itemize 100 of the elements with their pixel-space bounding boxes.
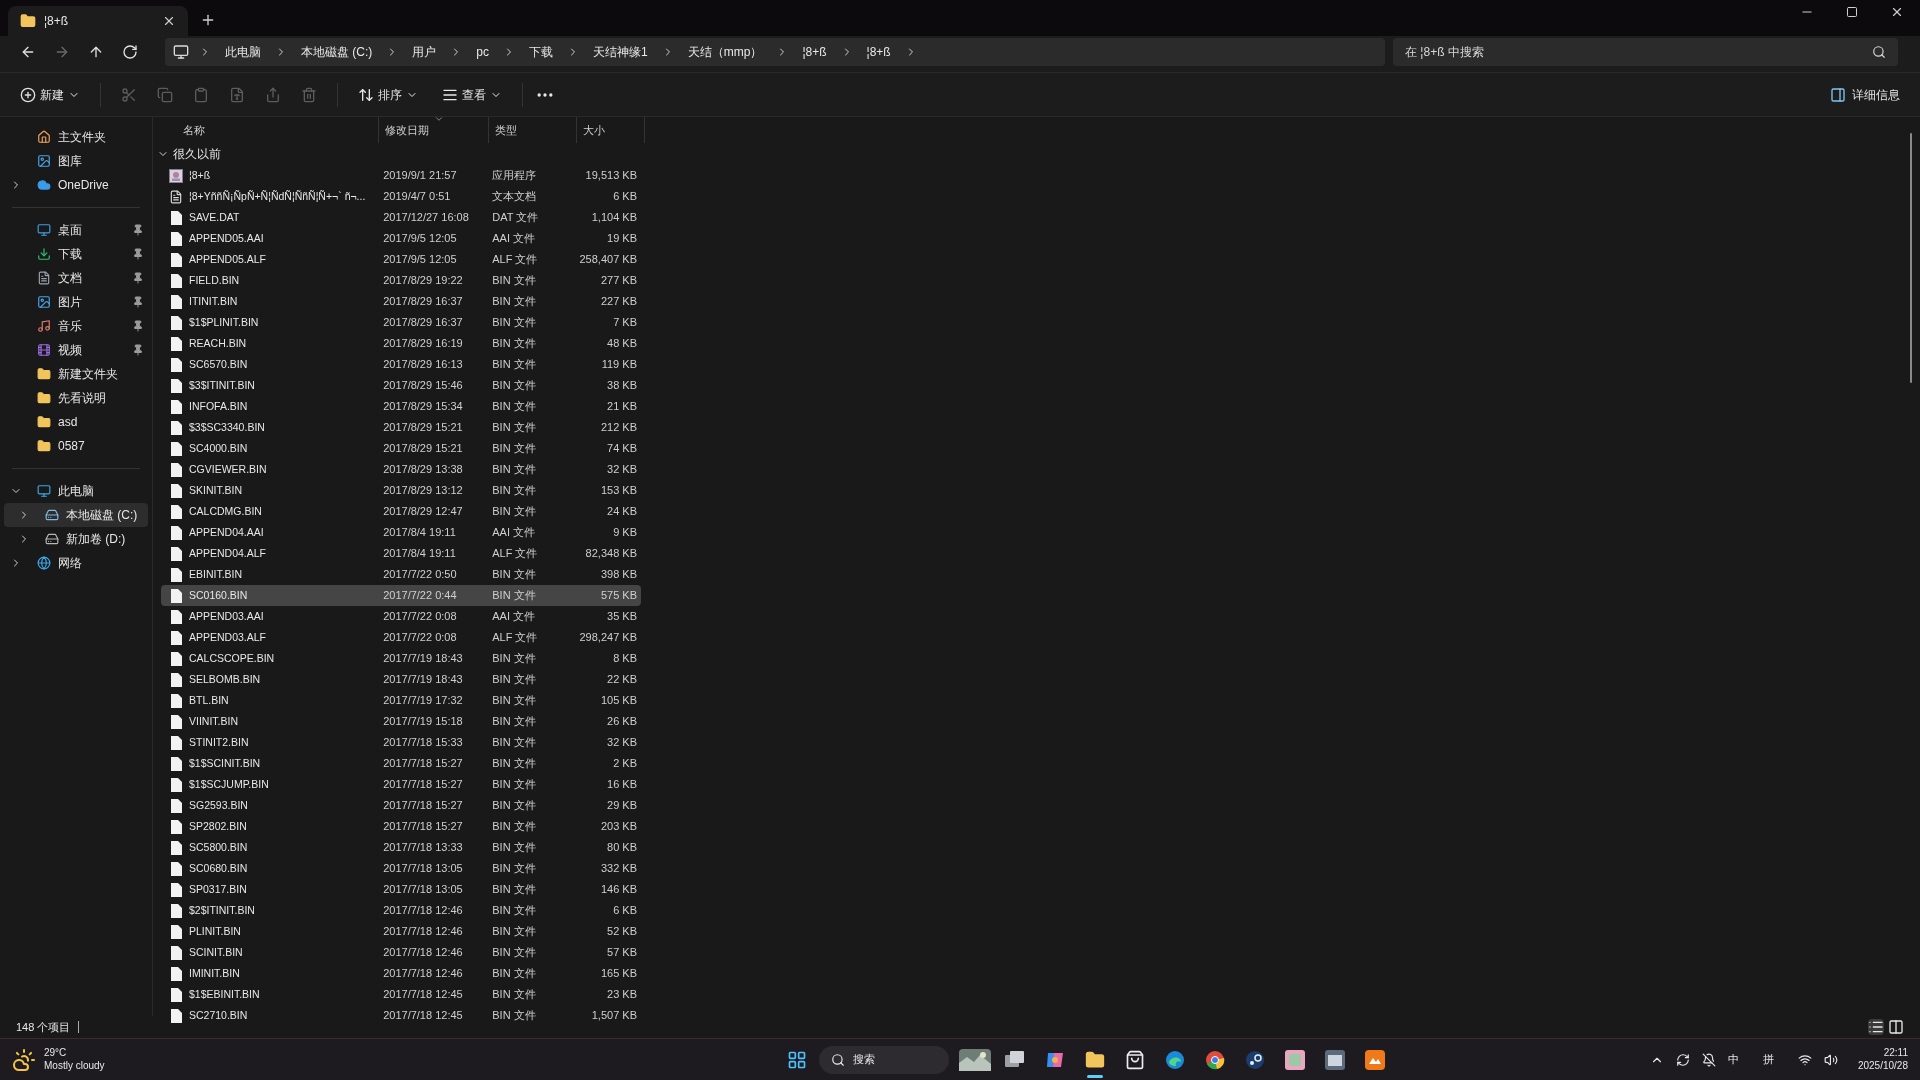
file-row[interactable]: APPEND03.ALF 2017/7/22 0:08 ALF 文件 298,247 KB (161, 627, 641, 648)
sidebar-item[interactable]: 网络 (4, 551, 148, 575)
search-box[interactable]: 搜索 (819, 1045, 949, 1074)
file-row[interactable]: INFOFA.BIN 2017/8/29 15:34 BIN 文件 21 KB (161, 396, 641, 417)
sidebar-item[interactable]: 下载 (4, 242, 148, 266)
group-header[interactable]: 很久以前 (157, 143, 1920, 165)
sidebar-item[interactable]: OneDrive (4, 173, 148, 197)
details-view-icon[interactable] (1868, 1019, 1884, 1035)
sort-button[interactable]: 排序 (350, 78, 426, 111)
file-row[interactable]: $1$SCINIT.BIN 2017/7/18 15:27 BIN 文件 2 KB (161, 753, 641, 774)
file-row[interactable]: SP0317.BIN 2017/7/18 13:05 BIN 文件 146 KB (161, 879, 641, 900)
details-button[interactable]: 详细信息 (1822, 78, 1908, 111)
file-row[interactable]: APPEND03.AAI 2017/7/22 0:08 AAI 文件 35 KB (161, 606, 641, 627)
file-row[interactable]: STINIT2.BIN 2017/7/18 15:33 BIN 文件 32 KB (161, 732, 641, 753)
file-row[interactable]: APPEND04.AAI 2017/8/4 19:11 AAI 文件 9 KB (161, 522, 641, 543)
file-row[interactable]: ¦8+ß 2019/9/1 21:57 应用程序 19,513 KB (161, 165, 641, 186)
widget-icon[interactable] (959, 1048, 991, 1071)
breadcrumb[interactable]: pc (472, 43, 493, 61)
file-row[interactable]: $3$ITINIT.BIN 2017/8/29 15:46 BIN 文件 38 KB (161, 375, 641, 396)
breadcrumb[interactable]: 此电脑 (221, 43, 265, 61)
app-tile-icon[interactable] (1365, 1049, 1385, 1070)
new-tab-icon[interactable] (200, 12, 216, 28)
close-icon[interactable] (1890, 5, 1904, 19)
folder-icon[interactable] (1085, 1049, 1105, 1070)
file-row[interactable]: APPEND05.AAI 2017/9/5 12:05 AAI 文件 19 KB (161, 228, 641, 249)
file-row[interactable]: ITINIT.BIN 2017/8/29 16:37 BIN 文件 227 KB (161, 291, 641, 312)
delete-icon[interactable] (301, 86, 317, 103)
file-row[interactable]: $1$EBINIT.BIN 2017/7/18 12:45 BIN 文件 23 KB (161, 984, 641, 1005)
up-icon[interactable] (88, 44, 104, 60)
sidebar-item[interactable]: 音乐 (4, 314, 148, 338)
file-row[interactable]: SC4000.BIN 2017/8/29 15:21 BIN 文件 74 KB (161, 438, 641, 459)
file-row[interactable]: SKINIT.BIN 2017/8/29 13:12 BIN 文件 153 KB (161, 480, 641, 501)
app-tile-icon[interactable] (1285, 1049, 1305, 1070)
sidebar-item[interactable]: asd (4, 410, 148, 434)
bag-icon[interactable] (1125, 1049, 1145, 1070)
input-mode[interactable]: 拼 (1762, 1051, 1774, 1068)
maximize-icon[interactable] (1846, 6, 1858, 18)
pin-icon[interactable] (132, 272, 144, 284)
rename-icon[interactable] (229, 86, 245, 103)
clock-time[interactable]: 22:11 (1883, 1047, 1908, 1060)
scrollbar-thumb[interactable] (1910, 133, 1912, 383)
close-tab-icon[interactable] (162, 14, 176, 28)
file-row[interactable]: $1$SCJUMP.BIN 2017/7/18 15:27 BIN 文件 16 KB (161, 774, 641, 795)
volume-icon[interactable] (1823, 1052, 1838, 1067)
sidebar-item[interactable]: 视频 (4, 338, 148, 362)
sync-icon[interactable] (1675, 1052, 1690, 1067)
column-header[interactable]: 大小 (577, 117, 645, 143)
forward-icon[interactable] (54, 44, 70, 60)
paste-icon[interactable] (193, 86, 209, 103)
muted-bell-icon[interactable] (1701, 1052, 1716, 1067)
sidebar-item[interactable]: 文档 (4, 266, 148, 290)
app-window-icon[interactable] (1325, 1049, 1345, 1070)
breadcrumb[interactable]: 下载 (525, 43, 557, 61)
file-row[interactable]: SAVE.DAT 2017/12/27 16:08 DAT 文件 1,104 KB (161, 207, 641, 228)
view-button[interactable]: 查看 (434, 78, 510, 111)
address-bar[interactable]: 此电脑 本地磁盘 (C:) 用户 pc 下载 天结神缘1 天结（mmp） ¦8+ß ¦8+ß (165, 38, 1385, 66)
file-row[interactable]: SCINIT.BIN 2017/7/18 12:46 BIN 文件 57 KB (161, 942, 641, 963)
column-header[interactable]: 修改日期 (379, 117, 489, 143)
breadcrumb[interactable]: 天结（mmp） (683, 43, 767, 61)
breadcrumb[interactable]: ¦8+ß (862, 43, 895, 61)
ball-icon[interactable] (1205, 1049, 1225, 1070)
file-row[interactable]: FIELD.BIN 2017/8/29 19:22 BIN 文件 277 KB (161, 270, 641, 291)
sidebar-item[interactable]: 主文件夹 (4, 125, 148, 149)
new-button[interactable]: 新建 (12, 78, 88, 111)
tiles-view-icon[interactable] (1888, 1019, 1904, 1035)
pin-icon[interactable] (132, 224, 144, 236)
column-header[interactable]: 名称 (161, 117, 379, 143)
file-row[interactable]: ¦8+YññÑ¡ÑpÑ+Ñ¦ÑdÑ¦ÑñÑ¦Ñ+¬` ñ¬... 2019/4/7 0:51 文本文档 6 KB (161, 186, 641, 207)
sidebar-item[interactable]: 桌面 (4, 218, 148, 242)
file-row[interactable]: EBINIT.BIN 2017/7/22 0:50 BIN 文件 398 KB (161, 564, 641, 585)
breadcrumb[interactable]: 本地磁盘 (C:) (297, 43, 377, 61)
breadcrumb[interactable]: 用户 (408, 43, 441, 61)
file-row[interactable]: SELBOMB.BIN 2017/7/19 18:43 BIN 文件 22 KB (161, 669, 641, 690)
tab[interactable]: ¦8+ß (8, 6, 188, 36)
file-row[interactable]: SC2710.BIN 2017/7/18 12:45 BIN 文件 1,507 KB (161, 1005, 641, 1026)
sidebar-item[interactable]: 新建文件夹 (4, 362, 148, 386)
file-row[interactable]: CALCSCOPE.BIN 2017/7/19 18:43 BIN 文件 8 KB (161, 648, 641, 669)
pin-icon[interactable] (132, 296, 144, 308)
file-row[interactable]: SC6570.BIN 2017/8/29 16:13 BIN 文件 119 KB (161, 354, 641, 375)
file-row[interactable]: VIINIT.BIN 2017/7/19 15:18 BIN 文件 26 KB (161, 711, 641, 732)
breadcrumb[interactable]: ¦8+ß (798, 43, 831, 61)
refresh-icon[interactable] (122, 44, 138, 60)
weather-icon[interactable] (12, 1047, 36, 1072)
sidebar-item[interactable]: 新加卷 (D:) (4, 527, 148, 551)
file-row[interactable]: APPEND04.ALF 2017/8/4 19:11 ALF 文件 82,348 KB (161, 543, 641, 564)
copy-icon[interactable] (157, 86, 173, 103)
file-row[interactable]: SG2593.BIN 2017/7/18 15:27 BIN 文件 29 KB (161, 795, 641, 816)
file-row[interactable]: CGVIEWER.BIN 2017/8/29 13:38 BIN 文件 32 KB (161, 459, 641, 480)
clock-date[interactable]: 2025/10/28 (1857, 1059, 1908, 1072)
pin-icon[interactable] (132, 344, 144, 356)
file-row[interactable]: $3$SC3340.BIN 2017/8/29 15:21 BIN 文件 212 KB (161, 417, 641, 438)
file-row[interactable]: $2$ITINIT.BIN 2017/7/18 12:46 BIN 文件 6 KB (161, 900, 641, 921)
start-icon[interactable] (787, 1049, 807, 1070)
cut-icon[interactable] (121, 86, 137, 103)
search-field[interactable]: 在 ¦8+ß 中搜索 (1393, 38, 1898, 66)
sidebar-item[interactable]: 0587 (4, 434, 148, 458)
sidebar-item[interactable]: 此电脑 (4, 479, 148, 503)
pin-icon[interactable] (132, 320, 144, 332)
wifi-icon[interactable] (1797, 1052, 1812, 1067)
gear-wheel-icon[interactable] (1245, 1049, 1265, 1070)
